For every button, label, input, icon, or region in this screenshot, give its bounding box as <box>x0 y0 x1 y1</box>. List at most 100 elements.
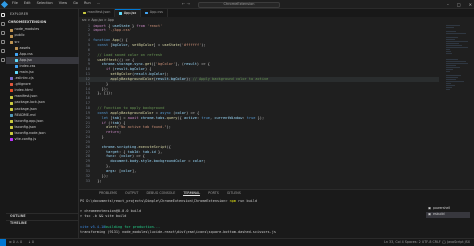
editor-tab[interactable]: App.jsx <box>115 9 142 17</box>
tree-item-label: tsconfig.json <box>14 124 36 129</box>
remote-icon[interactable] <box>1 58 5 62</box>
minimap-line <box>446 31 456 32</box>
panel-tab[interactable]: GITLENS <box>227 191 241 196</box>
minimap[interactable] <box>446 24 468 154</box>
explorer-root-folder[interactable]: CHROMEEXTENSION <box>8 20 46 24</box>
panel-tab[interactable]: PROBLEMS <box>99 191 117 196</box>
problems-count[interactable]: ⊗ 0 ⚠ 0 <box>9 240 22 244</box>
tree-item[interactable]: vite.config.js <box>6 137 79 143</box>
file-tree: node_modules public src assets App.css App.js… <box>6 27 79 143</box>
bottom-panel: PROBLEMS OUTPUT DEBUG CONSOLE TERMINAL PORTS… <box>79 189 474 238</box>
menu-file[interactable]: File <box>12 2 18 6</box>
line-number: 26 <box>85 144 90 149</box>
terminal-instance[interactable]: ▣ esbuild <box>426 212 470 218</box>
nav-arrows[interactable]: ← → <box>182 2 190 6</box>
eslint-file-icon <box>10 77 13 81</box>
code-editor[interactable]: 1 import { useState } from 'react' 2 import… <box>79 24 439 189</box>
editor-tabs: manifest.json App.jsx App.css <box>79 9 474 17</box>
line-number: 5 <box>87 43 90 47</box>
menu-more[interactable]: ... <box>97 2 100 6</box>
panel-tab[interactable]: OUTPUT <box>125 191 138 196</box>
vscode-window: File Edit Selection View Go Run ... ← → … <box>0 0 474 246</box>
tree-item-label: App.jsx <box>19 57 32 62</box>
editor-tab[interactable]: manifest.json <box>79 9 116 17</box>
minimap-line <box>446 83 451 84</box>
json-file-icon <box>10 119 13 123</box>
maximize-button[interactable]: □ <box>457 2 461 7</box>
tab-label: App.jsx <box>123 10 137 15</box>
file-type-icon <box>145 11 148 15</box>
terminal-label: powershell <box>433 206 451 211</box>
status-right[interactable]: Ln 33, Col 4 Spaces: 2 UTF-8 CRLF {} Jav… <box>384 240 470 244</box>
menu-run[interactable]: Run <box>84 2 91 6</box>
file-type-icon <box>119 12 122 15</box>
close-button[interactable]: ✕ <box>469 2 472 7</box>
explorer-bottom-sections: OUTLINE TIMELINE <box>6 213 79 238</box>
outline-section[interactable]: OUTLINE <box>6 213 79 220</box>
tree-item-label: index.css <box>19 63 36 68</box>
code-text: args: [color], <box>105 168 137 173</box>
minimap-line <box>446 45 462 46</box>
line-number: 13 <box>85 81 90 86</box>
tree-item-label: main.jsx <box>19 70 34 74</box>
minimap-line <box>446 69 453 70</box>
line-number: 32 <box>85 173 90 178</box>
panel-tab[interactable]: DEBUG CONSOLE <box>146 191 175 196</box>
minimize-button[interactable]: – <box>447 2 449 7</box>
code-text: }, []); <box>97 91 113 96</box>
json-file-icon <box>10 132 13 136</box>
tree-item-label: src <box>14 39 20 44</box>
status-left: ⊗ 0 ⚠ 0 ↓ 0 <box>9 240 34 244</box>
json-file-icon <box>10 101 13 105</box>
json-file-icon <box>10 107 13 111</box>
timeline-section[interactable]: TIMELINE <box>6 220 79 227</box>
tree-item-label: index.html <box>14 88 33 93</box>
editor-area: manifest.json App.jsx App.css src > App.js… <box>79 9 474 238</box>
menu-go[interactable]: Go <box>73 2 78 6</box>
breadcrumb[interactable]: src > App.jsx > App <box>82 18 114 22</box>
extensions-icon[interactable] <box>1 49 5 53</box>
line-number: 20 <box>85 115 90 120</box>
files-icon[interactable] <box>1 13 5 17</box>
minimap-line <box>446 47 468 48</box>
code-text: import './App.css' <box>93 28 132 33</box>
code-text: const [bgColor, setBgColor] = useState('… <box>97 43 206 47</box>
minimap-line <box>446 37 458 38</box>
status-bar: ⊗ 0 ⚠ 0 ↓ 0 Ln 33, Col 4 Spaces: 2 UTF-8… <box>0 238 474 246</box>
menu-edit[interactable]: Edit <box>24 2 31 6</box>
minimap-line <box>446 71 450 72</box>
menu-view[interactable]: View <box>59 2 67 6</box>
line-number: 4 <box>87 38 90 43</box>
line-number: 3 <box>87 33 90 38</box>
line-number: 12 <box>85 76 90 81</box>
terminal-output[interactable]: PS D:\documents\react_projects\Dimple\Ch… <box>80 199 420 235</box>
sync-count[interactable]: ↓ 0 <box>28 240 34 244</box>
code-line: 33 }; <box>79 179 439 184</box>
line-number: 33 <box>85 178 90 183</box>
minimap-line <box>446 33 466 34</box>
vscode-logo-icon <box>0 0 9 9</box>
source-control-icon[interactable] <box>1 31 5 35</box>
tab-label: manifest.json <box>87 10 111 15</box>
minimap-line <box>446 59 458 60</box>
editor-tab[interactable]: App.css <box>141 9 168 17</box>
code-text: } <box>101 135 104 140</box>
css-file-icon <box>15 65 18 69</box>
search-icon[interactable] <box>1 22 5 26</box>
line-number: 25 <box>85 139 90 144</box>
tree-item-label: README.md <box>14 112 36 117</box>
minimap-line <box>446 89 450 90</box>
tree-item-label: assets <box>19 45 31 50</box>
menu-selection[interactable]: Selection <box>37 2 53 6</box>
markdown-file-icon <box>10 113 13 117</box>
panel-tab[interactable]: TERMINAL <box>183 191 201 196</box>
panel-tab[interactable]: PORTS <box>208 191 219 196</box>
react-file-icon <box>15 59 18 63</box>
line-number: 6 <box>87 47 90 52</box>
run-debug-icon[interactable] <box>1 40 5 44</box>
line-number: 2 <box>87 28 90 33</box>
remote-indicator-button[interactable] <box>0 239 6 246</box>
minimap-line <box>446 53 452 54</box>
command-center-search[interactable]: ChromeExtension <box>198 1 280 8</box>
tree-item-label: tsconfig.node.json <box>14 130 46 135</box>
